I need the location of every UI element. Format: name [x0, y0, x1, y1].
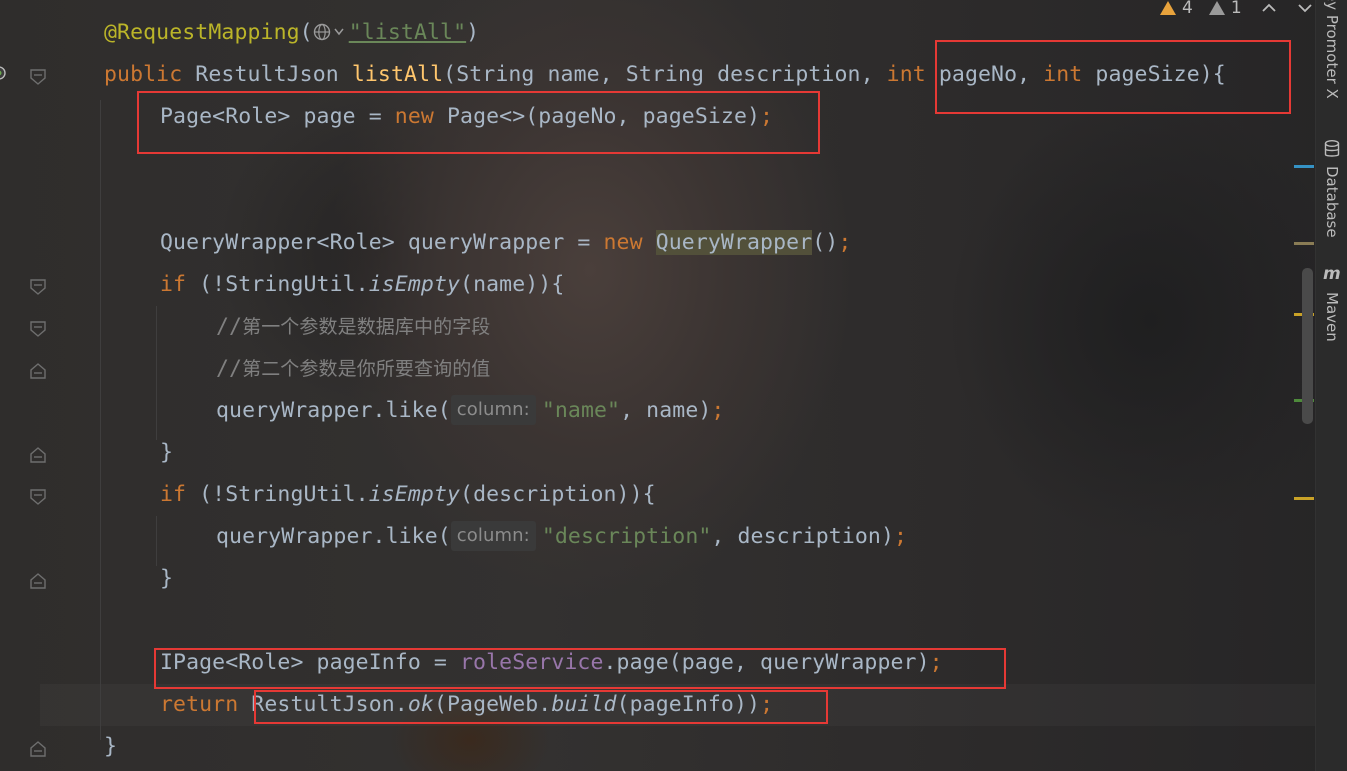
- highlight-box-params: [935, 40, 1291, 114]
- inspection-widget[interactable]: 4 1: [1160, 0, 1312, 20]
- warning-icon: [1160, 1, 1176, 15]
- database-icon: [1324, 140, 1340, 162]
- tool-window-maven[interactable]: m Maven: [1316, 262, 1347, 352]
- code-line-7: if (!StringUtil.isEmpty(name)){: [160, 272, 565, 297]
- fold-toggle-if2-open[interactable]: [30, 489, 46, 505]
- parameter-hint: column:: [450, 395, 536, 425]
- web-globe-icon[interactable]: [313, 14, 349, 56]
- maven-icon: m: [1323, 264, 1341, 284]
- error-stripe-marker[interactable]: [1294, 497, 1314, 500]
- web-endpoint-icon[interactable]: [0, 64, 8, 86]
- error-stripe-marker[interactable]: [1294, 165, 1314, 168]
- chevron-down-icon[interactable]: [1298, 0, 1312, 18]
- code-line-10: queryWrapper.like(column: "name", name);: [216, 390, 724, 432]
- tool-window-database[interactable]: Database: [1316, 138, 1347, 248]
- vertical-scrollbar-thumb[interactable]: [1302, 268, 1313, 424]
- highlight-box-pageinfo: [154, 648, 1006, 689]
- parameter-hint: column:: [450, 521, 536, 551]
- code-line-9-comment: //第二个参数是你所要查询的值: [216, 356, 491, 381]
- fold-toggle-if-close[interactable]: [30, 447, 46, 463]
- code-line-1: @RequestMapping("listAll"): [104, 12, 479, 54]
- weak-warning-count: 1: [1230, 0, 1242, 18]
- right-tool-strip: ey Promoter X Database m Maven: [1315, 0, 1347, 771]
- chevron-up-icon[interactable]: [1262, 0, 1276, 18]
- highlight-box-page: [137, 91, 820, 154]
- fold-toggle-method-open[interactable]: [30, 69, 46, 85]
- code-line-8-comment: //第一个参数是数据库中的字段: [216, 314, 491, 339]
- fold-toggle-if-open[interactable]: [30, 279, 46, 295]
- fold-toggle-if2-close[interactable]: [30, 573, 46, 589]
- tool-window-promoter[interactable]: ey Promoter X: [1316, 0, 1347, 120]
- code-line-11: }: [160, 440, 174, 465]
- fold-toggle-comment-open[interactable]: [30, 321, 46, 337]
- code-line-14: }: [160, 566, 174, 591]
- code-line-18: }: [104, 734, 118, 759]
- code-line-12: if (!StringUtil.isEmpty(description)){: [160, 482, 656, 507]
- highlight-box-return: [254, 690, 828, 724]
- code-line-13: queryWrapper.like(column: "description", …: [216, 516, 907, 558]
- weak-warning-icon: [1208, 1, 1225, 15]
- code-line-6: QueryWrapper<Role> queryWrapper = new Qu…: [160, 230, 852, 255]
- error-stripe-marker[interactable]: [1294, 242, 1314, 245]
- fold-toggle-comment-close[interactable]: [30, 363, 46, 379]
- warning-count: 4: [1182, 0, 1193, 18]
- fold-toggle-method-close[interactable]: [30, 741, 46, 757]
- editor-gutter: [0, 0, 60, 771]
